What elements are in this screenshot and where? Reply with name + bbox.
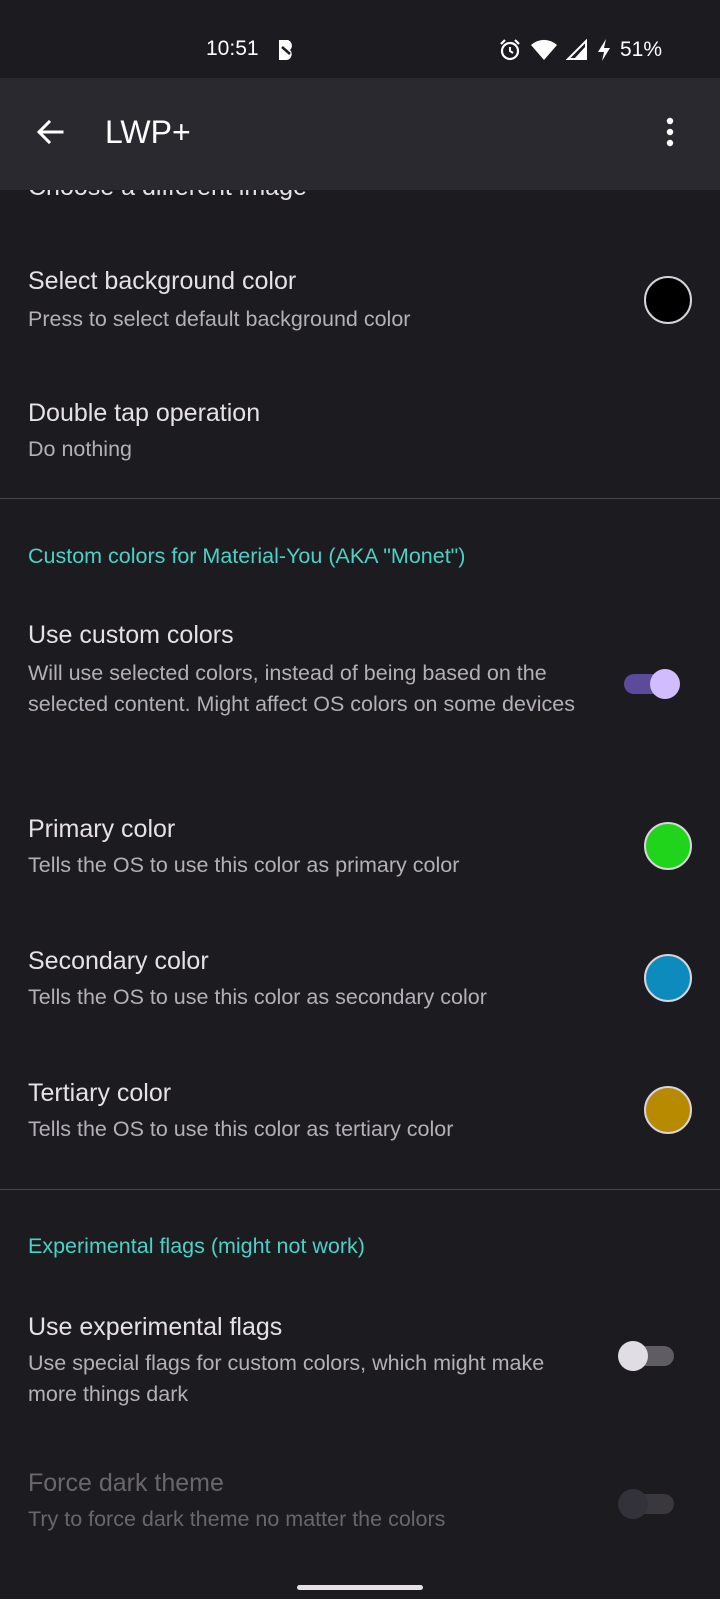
pref-title: Secondary color [28,947,209,975]
pref-summary: Tells the OS to use this color as primar… [28,853,460,877]
primary-color-item[interactable]: Primary color Tells the OS to use this c… [0,770,720,902]
use-experimental-flags-switch[interactable] [618,1336,680,1376]
use-custom-colors-item[interactable]: Use custom colors Will use selected colo… [0,590,720,770]
app-bar: LWP+ [0,78,720,190]
back-button[interactable] [26,108,74,156]
pref-title: Select background color [28,267,297,295]
background-color-swatch [644,276,692,324]
force-dark-theme-switch [618,1484,680,1524]
wifi-icon [530,39,557,60]
pref-summary: Use special flags for custom colors, whi… [28,1351,545,1406]
pref-title: Use experimental flags [28,1313,283,1341]
preferences-list[interactable]: Choose a different image Select backgrou… [0,150,720,1599]
divider [0,1189,720,1190]
status-icons: 51% [498,36,662,64]
primary-color-swatch [644,822,692,870]
switch-thumb [618,1489,648,1519]
app-notification-icon [279,40,292,60]
use-experimental-flags-item[interactable]: Use experimental flags Use special flags… [0,1280,720,1440]
more-vert-icon [666,117,674,147]
category-monet: Custom colors for Material-You (AKA "Mon… [28,544,466,568]
arrow-left-icon [36,119,64,145]
more-options-button[interactable] [646,108,694,156]
tertiary-color-item[interactable]: Tertiary color Tells the OS to use this … [0,1034,720,1166]
battery-percentage: 51% [619,38,662,61]
tertiary-color-swatch [644,1086,692,1134]
alarm-icon [500,39,520,61]
pref-title: Primary color [28,815,176,843]
pref-summary: Try to force dark theme no matter the co… [28,1507,446,1531]
use-custom-colors-switch[interactable] [618,664,680,704]
cell-signal-icon [565,38,587,60]
gesture-nav-handle[interactable] [297,1585,423,1590]
pref-title: Tertiary color [28,1079,172,1107]
pref-title: Double tap operation [28,399,261,427]
charging-bolt-icon [597,39,610,61]
secondary-color-swatch [644,954,692,1002]
double-tap-item[interactable]: Double tap operation Do nothing [0,352,720,484]
background-color-item[interactable]: Select background color Press to select … [0,220,720,352]
status-bar: 10:51 51% [0,0,720,78]
pref-title: Use custom colors [28,621,234,649]
force-dark-theme-item: Force dark theme Try to force dark theme… [0,1440,720,1580]
secondary-color-item[interactable]: Secondary color Tells the OS to use this… [0,902,720,1034]
pref-summary: Will use selected colors, instead of bei… [28,661,575,716]
app-title: LWP+ [105,114,191,150]
switch-thumb [618,1341,648,1371]
pref-summary: Tells the OS to use this color as tertia… [28,1117,454,1141]
pref-summary: Do nothing [28,437,132,461]
pref-title: Force dark theme [28,1469,224,1497]
status-time: 10:51 [206,37,259,60]
pref-summary: Tells the OS to use this color as second… [28,985,487,1009]
pref-summary: Press to select default background color [28,307,411,331]
divider [0,498,720,499]
switch-thumb [650,669,680,699]
category-experimental: Experimental flags (might not work) [28,1234,365,1258]
